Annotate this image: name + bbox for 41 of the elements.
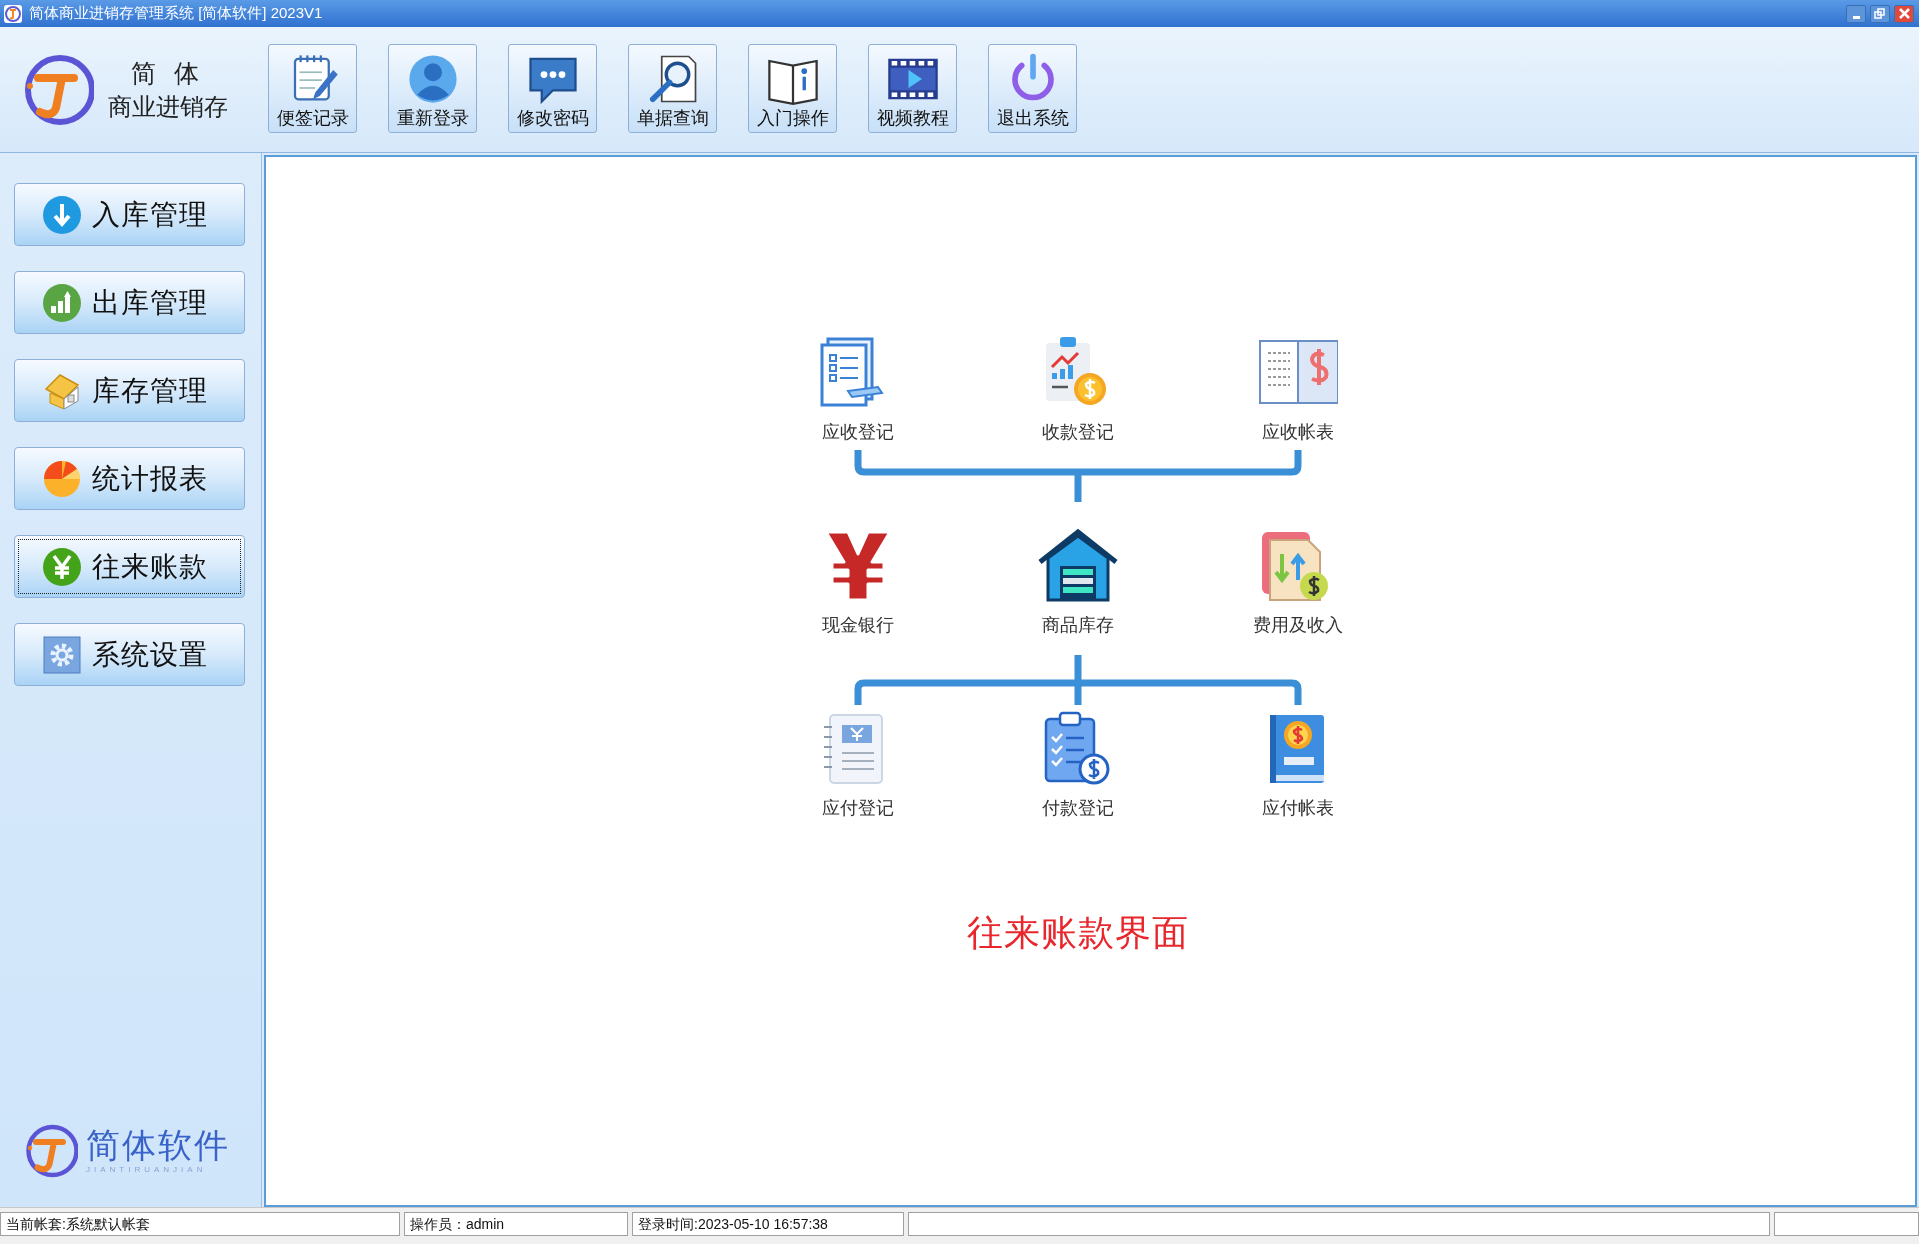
logo-subtitle: JIANTIRUANJIAN bbox=[86, 1164, 208, 1176]
toolbar-button[interactable]: 视频教程 bbox=[868, 44, 957, 133]
window-title: 简体商业进销存管理系统 [简体软件] 2023V1 bbox=[29, 3, 324, 24]
sidebar-button[interactable]: 往来账款 bbox=[14, 535, 245, 598]
module-button[interactable]: 应收帐表 bbox=[1187, 335, 1408, 446]
sidebar-button[interactable]: 系统设置 bbox=[14, 623, 245, 686]
sidebar-button[interactable]: 入库管理 bbox=[14, 183, 245, 246]
sidebar-button[interactable]: 出库管理 bbox=[14, 271, 245, 334]
brand-subtitle: 商业进销存 bbox=[108, 91, 228, 122]
minimize-button[interactable] bbox=[1846, 4, 1866, 23]
module-button[interactable]: 付款登记 bbox=[967, 711, 1188, 822]
toolbar-button[interactable]: 重新登录 bbox=[388, 44, 477, 133]
module-button[interactable]: 应收登记 bbox=[747, 335, 968, 446]
toolbar-button[interactable]: 入门操作 bbox=[748, 44, 837, 133]
toolbar-button[interactable]: 退出系统 bbox=[988, 44, 1077, 133]
logo-name: 简体软件 bbox=[86, 1126, 230, 1164]
bar-chart-icon bbox=[42, 282, 82, 323]
sidebar-button[interactable]: 统计报表 bbox=[14, 447, 245, 510]
status-field: 登录时间:2023-05-10 16:57:38 bbox=[632, 1212, 904, 1236]
toolbar-button[interactable]: 便签记录 bbox=[268, 44, 357, 133]
module-button[interactable]: 现金银行 bbox=[747, 528, 968, 639]
module-button[interactable]: 商品库存 bbox=[967, 528, 1188, 639]
status-field: 当前帐套:系统默认帐套 bbox=[0, 1212, 400, 1236]
restore-button[interactable] bbox=[1870, 4, 1890, 23]
status-field: 操作员：admin bbox=[404, 1212, 628, 1236]
close-icon bbox=[1898, 8, 1910, 19]
module-button[interactable]: 应付帐表 bbox=[1187, 711, 1408, 822]
page-caption: 往来账款界面 bbox=[966, 911, 1189, 955]
yen-icon bbox=[42, 546, 82, 587]
sidebar-button[interactable]: 库存管理 bbox=[14, 359, 245, 422]
app-icon bbox=[3, 3, 23, 24]
restore-icon bbox=[1874, 8, 1886, 19]
brand-name: 简 体 bbox=[130, 57, 206, 89]
gear-icon bbox=[42, 634, 82, 675]
module-button[interactable]: 费用及收入 bbox=[1187, 528, 1408, 639]
module-button[interactable]: 收款登记 bbox=[967, 335, 1188, 446]
close-button[interactable] bbox=[1894, 4, 1914, 23]
toolbar-button[interactable]: 单据查询 bbox=[628, 44, 717, 133]
pie-chart-icon bbox=[42, 458, 82, 499]
module-button[interactable]: 应付登记 bbox=[747, 711, 968, 822]
toolbar-button[interactable]: 修改密码 bbox=[508, 44, 597, 133]
